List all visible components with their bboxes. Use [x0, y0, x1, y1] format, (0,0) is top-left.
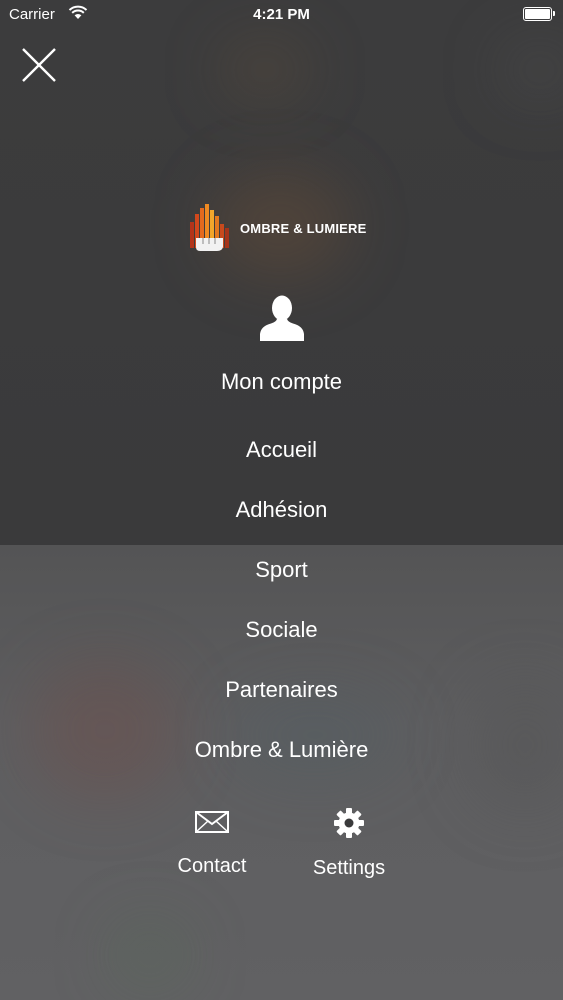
avatar[interactable] [259, 294, 305, 347]
menu-item-accueil[interactable]: Accueil [0, 437, 563, 497]
user-silhouette-icon [260, 295, 304, 341]
contact-label: Contact [177, 855, 247, 877]
menu-item-sport[interactable]: Sport [0, 557, 563, 617]
equalizer-fist-icon [190, 204, 229, 251]
clock: 4:21 PM [253, 6, 310, 23]
menu-item-sociale[interactable]: Sociale [0, 617, 563, 677]
close-icon [22, 48, 56, 82]
menu-item-adhesion[interactable]: Adhésion [0, 497, 563, 557]
menu-item-ombre-lumiere[interactable]: Ombre & Lumière [0, 737, 563, 797]
footer-actions: Contact Settings [0, 808, 563, 898]
battery-icon [523, 7, 555, 21]
brand-logo: OMBRE & LUMIERE [188, 204, 388, 254]
settings-label: Settings [312, 857, 386, 879]
main-menu: Accueil Adhésion Sport Sociale Partenair… [0, 437, 563, 797]
close-button[interactable] [18, 44, 60, 86]
gear-icon [334, 808, 364, 838]
my-account-link[interactable]: Mon compte [0, 369, 563, 395]
status-bar: Carrier 4:21 PM [0, 0, 563, 30]
settings-button[interactable]: Settings [279, 808, 419, 880]
brand-name: OMBRE & LUMIERE [240, 221, 367, 236]
menu-item-partenaires[interactable]: Partenaires [0, 677, 563, 737]
envelope-icon [195, 811, 229, 833]
contact-button[interactable]: Contact [142, 808, 282, 878]
